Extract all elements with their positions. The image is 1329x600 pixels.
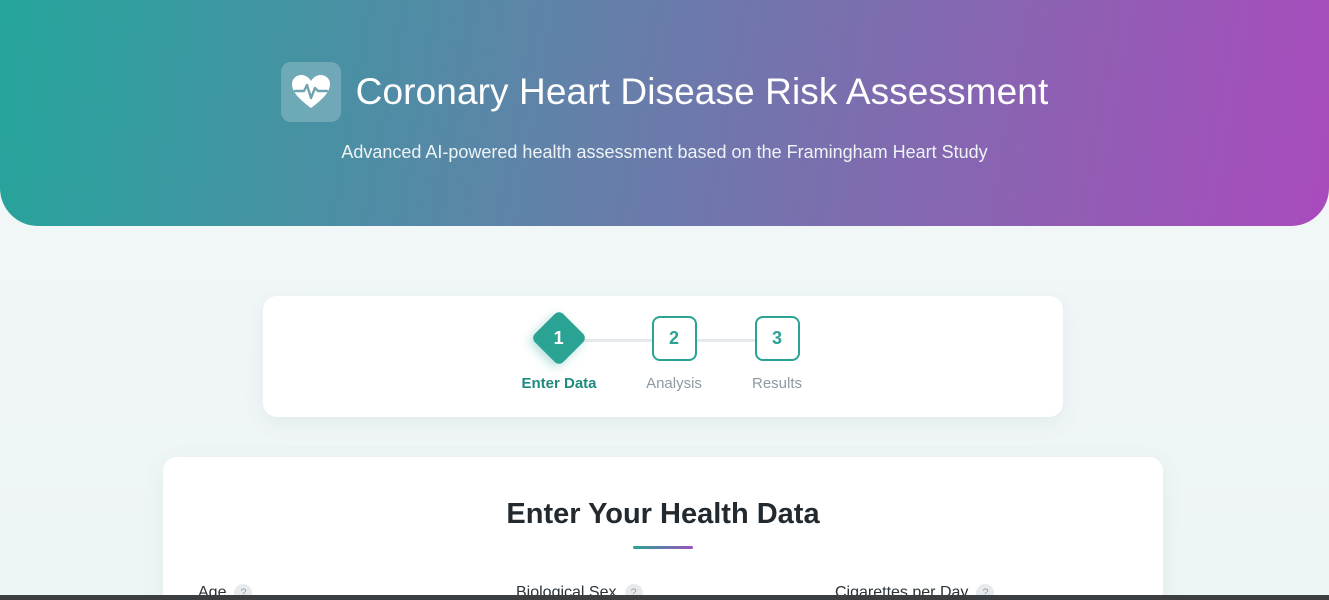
step-label: Enter Data xyxy=(521,375,597,392)
step-label: Results xyxy=(751,375,803,392)
step-enter-data[interactable]: 1 Enter Data xyxy=(519,309,599,392)
hero-header: Coronary Heart Disease Risk Assessment A… xyxy=(0,0,1329,226)
step-results[interactable]: 3 Results xyxy=(737,316,817,392)
step-label: Analysis xyxy=(646,375,702,392)
page-title: Coronary Heart Disease Risk Assessment xyxy=(355,71,1049,112)
step-number-badge: 3 xyxy=(754,316,800,361)
window-bottom-edge xyxy=(0,595,1329,600)
step-number-badge: 2 xyxy=(651,316,697,361)
page-subtitle: Advanced AI-powered health assessment ba… xyxy=(341,142,988,162)
form-title: Enter Your Health Data xyxy=(506,498,820,530)
step-analysis[interactable]: 2 Analysis xyxy=(634,316,714,392)
title-underline xyxy=(633,546,693,549)
hero-title-row: Coronary Heart Disease Risk Assessment xyxy=(0,62,1329,122)
heartbeat-icon xyxy=(280,62,341,122)
step-number-badge: 1 xyxy=(530,309,588,367)
